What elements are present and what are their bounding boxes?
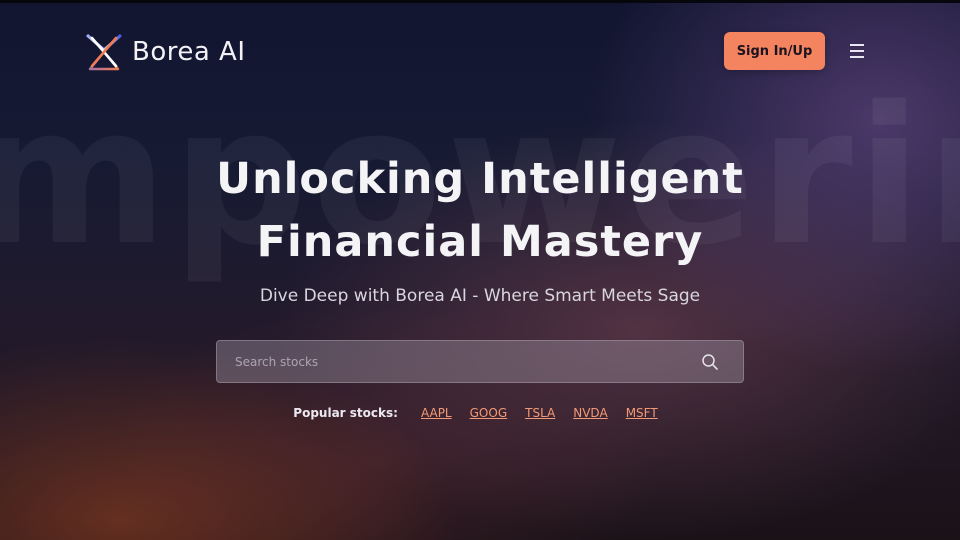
search-input[interactable] — [217, 341, 687, 382]
stock-search-bar — [216, 340, 744, 383]
sign-in-up-button[interactable]: Sign In/Up — [724, 32, 825, 70]
hero-subtitle: Dive Deep with Borea AI - Where Smart Me… — [259, 286, 701, 306]
hero-title-line-2: Financial Mastery — [256, 217, 704, 267]
landing-page: mpowerin Borea AI Sign In/Up — [0, 0, 960, 540]
ticker-link-msft[interactable]: MSFT — [626, 406, 658, 420]
menu-line — [850, 44, 864, 46]
borea-x-logo-icon — [86, 33, 122, 71]
ticker-link-tsla[interactable]: TSLA — [525, 406, 555, 420]
menu-line — [850, 56, 864, 58]
search-icon[interactable] — [701, 353, 719, 371]
top-border — [0, 0, 960, 3]
ticker-link-goog[interactable]: GOOG — [470, 406, 508, 420]
popular-stocks: Popular stocks: AAPL GOOG TSLA NVDA MSFT — [0, 406, 960, 420]
hero-title-line-1: Unlocking Intelligent — [216, 154, 744, 204]
hero-title: Unlocking Intelligent Financial Mastery — [0, 148, 960, 274]
hamburger-menu-icon[interactable] — [848, 42, 866, 60]
ticker-link-aapl[interactable]: AAPL — [421, 406, 452, 420]
brand-logo[interactable]: Borea AI — [84, 32, 246, 72]
ticker-link-nvda[interactable]: NVDA — [573, 406, 607, 420]
popular-stocks-label: Popular stocks: — [293, 406, 398, 420]
brand-name: Borea AI — [132, 37, 246, 67]
menu-line — [850, 50, 864, 52]
